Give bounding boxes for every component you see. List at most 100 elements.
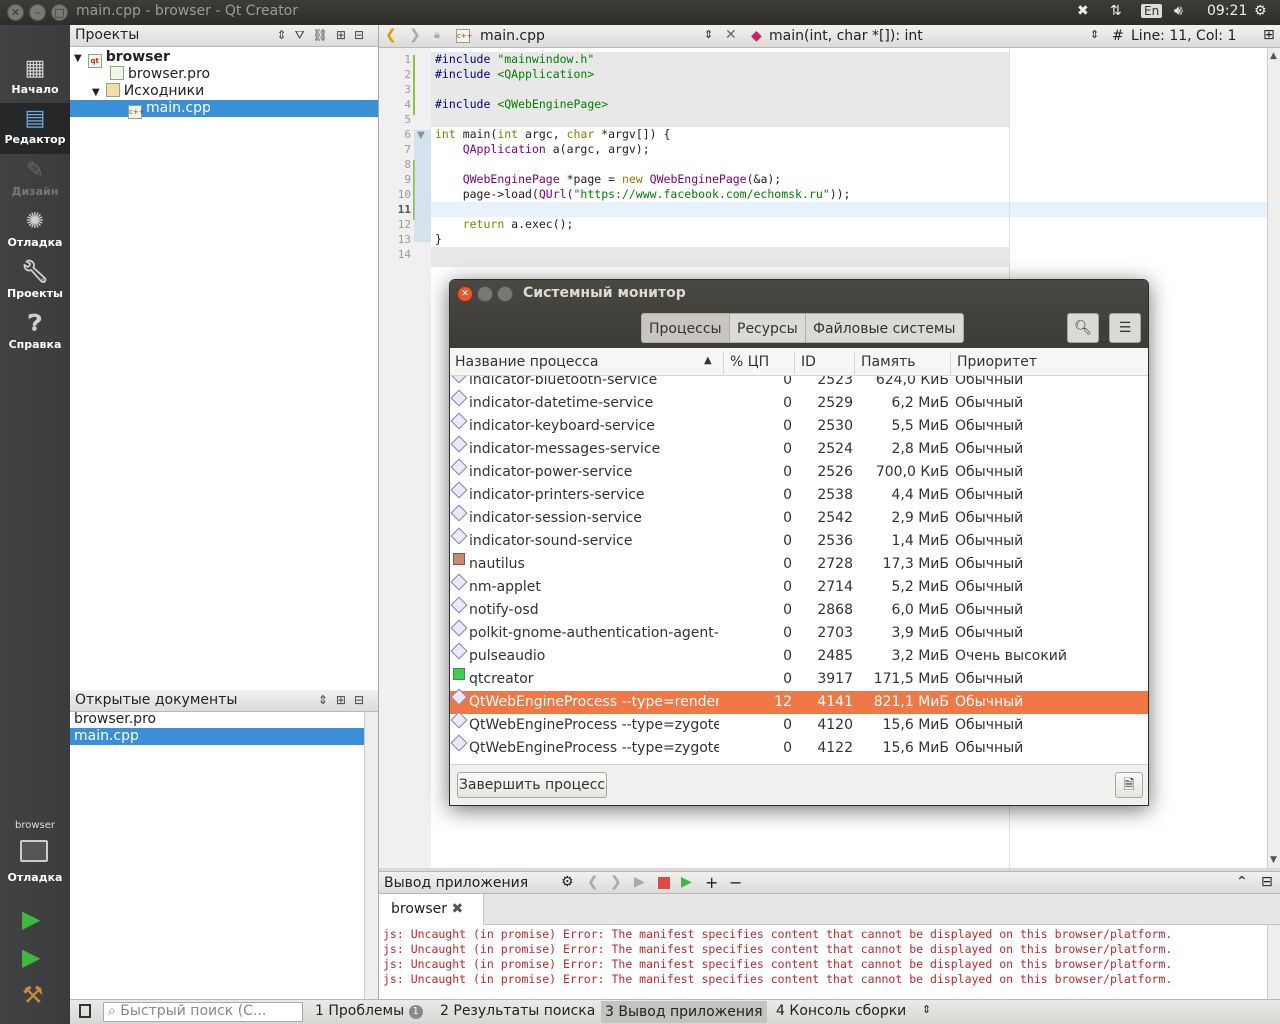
debug-attach-icon[interactable]: ▶ (681, 874, 692, 890)
zoom-in-icon[interactable]: + (705, 873, 718, 892)
open-documents-tools[interactable]: ⇕⊞⊟ (318, 693, 372, 707)
tab-filesystems[interactable]: Файловые системы (805, 313, 964, 343)
combo-arrows-icon[interactable]: ⇕ (704, 28, 713, 41)
process-row[interactable]: polkit-gnome-authentication-agent-1 0 2703… (450, 619, 1148, 645)
close-pane-icon[interactable]: ⊟ (1261, 874, 1273, 890)
column-separator[interactable] (794, 352, 795, 374)
column-separator[interactable] (950, 352, 951, 374)
minimize-window-button[interactable] (477, 286, 493, 302)
mode-welcome[interactable]: ▦ Начало (0, 53, 70, 104)
process-row[interactable]: QtWebEngineProcess --type=zygote -- 0 4122… (450, 734, 1148, 760)
symbol-combo[interactable]: main(int, char *[]): int (769, 28, 923, 44)
col-priority[interactable]: Приоритет (957, 354, 1037, 370)
search-button[interactable]: 🔍︎ (1067, 313, 1099, 343)
process-row[interactable]: indicator-keyboard-service 0 2530 5,5 МиБ Об… (450, 412, 1148, 438)
tab-app-output[interactable]: 3 Вывод приложения (601, 1001, 767, 1023)
column-separator[interactable] (723, 352, 724, 374)
process-row[interactable]: pulseaudio 0 2485 3,2 МиБ Очень высокий (450, 642, 1148, 668)
tab-compile-output[interactable]: 4 Консоль сборки (776, 1003, 906, 1019)
run-target-config[interactable]: Отладка (0, 871, 70, 884)
mode-projects[interactable]: 🔧︎ Проекты (0, 257, 70, 308)
process-row[interactable]: notify-osd 0 2868 6,0 МиБ Обычный (450, 596, 1148, 622)
col-process-name[interactable]: Название процесса (455, 354, 598, 370)
toggle-sidebar-icon[interactable] (79, 1004, 91, 1018)
output-scrollbar[interactable] (1267, 925, 1280, 999)
mode-editor[interactable]: ▤ Редактор (0, 103, 70, 154)
process-row[interactable]: indicator-printers-service 0 2538 4,4 МиБ Об… (450, 481, 1148, 507)
rerun-icon[interactable]: ▶ (634, 874, 645, 890)
zoom-out-icon[interactable]: − (729, 873, 742, 892)
doc-scrollbar[interactable] (364, 712, 378, 1002)
projects-header-tools[interactable]: ⇕⛛⛓⊞⊟ (277, 28, 372, 43)
process-row[interactable]: indicator-messages-service 0 2524 2,8 МиБ Об… (450, 435, 1148, 461)
back-arrow-icon[interactable]: ❮ (385, 27, 397, 43)
tab-resources[interactable]: Ресурсы (729, 313, 806, 343)
tab-issues[interactable]: 1 Проблемы 1 (315, 1003, 423, 1019)
process-row[interactable]: nm-applet 0 2714 5,2 МиБ Обычный (450, 573, 1148, 599)
build-hammer-icon[interactable]: ⚒ (22, 981, 44, 1009)
tree-item-sources[interactable]: ▼ Исходники (92, 83, 204, 100)
next-icon[interactable]: ❯ (610, 874, 622, 890)
close-window-button[interactable]: ✕ (7, 4, 24, 21)
forward-arrow-icon[interactable]: ❯ (409, 27, 421, 43)
output-text[interactable]: js: Uncaught (in promise) Error: The man… (379, 925, 1267, 999)
mode-debug[interactable]: ✺ Отладка (0, 206, 70, 257)
power-gear-icon[interactable]: ⚙ (1254, 3, 1267, 19)
split-icon[interactable]: ⊞ (1263, 27, 1275, 43)
column-separator[interactable] (854, 352, 855, 374)
network-icon[interactable]: ⇅ (1110, 3, 1122, 19)
mode-design[interactable]: ✎ Дизайн (0, 155, 70, 206)
properties-button[interactable]: 🗎 (1115, 772, 1143, 798)
scroll-up-icon[interactable]: ▲ (1270, 51, 1277, 61)
volume-icon[interactable]: 🔊︎ (1174, 3, 1183, 19)
doc-item-main-cpp[interactable]: main.cpp (70, 728, 364, 745)
output-tab-browser[interactable]: browser ✖ (379, 894, 484, 925)
close-window-button[interactable]: ✕ (457, 286, 473, 302)
maximize-window-button[interactable]: □ (51, 4, 68, 21)
editor-scrollbar[interactable] (1267, 48, 1280, 868)
prev-icon[interactable]: ❮ (587, 874, 599, 890)
process-row[interactable]: qtcreator 0 3917 171,5 МиБ Обычный (450, 668, 1148, 691)
quick-search-input[interactable]: ⌕ Быстрый поиск (С... (103, 1002, 303, 1022)
tab-processes[interactable]: Процессы (641, 313, 730, 343)
maximize-window-button[interactable] (497, 286, 513, 302)
open-file-combo[interactable]: main.cpp (480, 28, 545, 44)
close-document-icon[interactable]: ✕ (725, 27, 737, 43)
process-row[interactable]: indicator-power-service 0 2526 700,0 КиБ Обы… (450, 458, 1148, 484)
menu-button[interactable]: ☰ (1109, 313, 1141, 343)
process-row[interactable]: QtWebEngineProcess --type=renderer 12 4141… (450, 688, 1148, 714)
tree-item-pro[interactable]: browser.pro (110, 66, 210, 83)
col-id[interactable]: ID (801, 354, 816, 370)
run-icon[interactable]: ▶ (22, 905, 40, 933)
dropbox-icon[interactable]: ✖ (1077, 3, 1089, 19)
tree-item-main-cpp[interactable]: c++main.cpp (70, 100, 378, 119)
tab-search-results[interactable]: 2 Результаты поиска (440, 1003, 595, 1019)
close-tab-icon[interactable]: ✖ (451, 901, 463, 917)
combo-arrows-icon[interactable]: ⇕ (1090, 28, 1099, 41)
process-row[interactable]: indicator-session-service 0 2542 2,9 МиБ Обы… (450, 504, 1148, 530)
process-row[interactable]: indicator-bluetooth-service 0 2523 624,0 Ки… (450, 376, 1148, 392)
col-cpu[interactable]: % ЦП (730, 354, 769, 370)
process-list[interactable]: indicator-bluetooth-service 0 2523 624,0 Ки… (450, 376, 1148, 764)
process-row[interactable]: nautilus 0 2728 17,3 МиБ Обычный (450, 553, 1148, 576)
process-row[interactable]: QtWebEngineProcess --type=zygote -- 0 4120… (450, 711, 1148, 737)
cursor-position[interactable]: Line: 11, Col: 1 (1131, 28, 1236, 44)
process-row[interactable]: indicator-sound-service 0 2536 1,4 МиБ Обычн… (450, 527, 1148, 553)
debug-run-icon[interactable]: ▶ (22, 943, 40, 971)
doc-item-pro[interactable]: browser.pro (70, 711, 364, 728)
clock[interactable]: 09:21 (1207, 3, 1247, 19)
more-tabs-icon[interactable]: ⇕ (922, 1003, 931, 1016)
mode-help[interactable]: ❓︎ Справка (0, 308, 70, 359)
col-memory[interactable]: Память (861, 354, 916, 370)
end-process-button[interactable]: Завершить процесс (457, 772, 607, 798)
process-row[interactable]: indicator-datetime-service 0 2529 6,2 МиБ Об… (450, 389, 1148, 415)
attach-icon[interactable]: ⚙ (561, 874, 574, 890)
tree-item-project[interactable]: ▼ qt browser (74, 49, 170, 68)
keyboard-layout[interactable]: En (1141, 4, 1163, 18)
expand-arrow-icon[interactable]: ▼ (92, 87, 100, 98)
expand-arrow-icon[interactable]: ▼ (74, 53, 82, 64)
stop-icon[interactable] (658, 877, 670, 889)
maximize-pane-icon[interactable]: ⌃ (1236, 874, 1248, 890)
minimize-window-button[interactable]: – (29, 4, 46, 21)
monitor-icon[interactable] (20, 840, 48, 862)
